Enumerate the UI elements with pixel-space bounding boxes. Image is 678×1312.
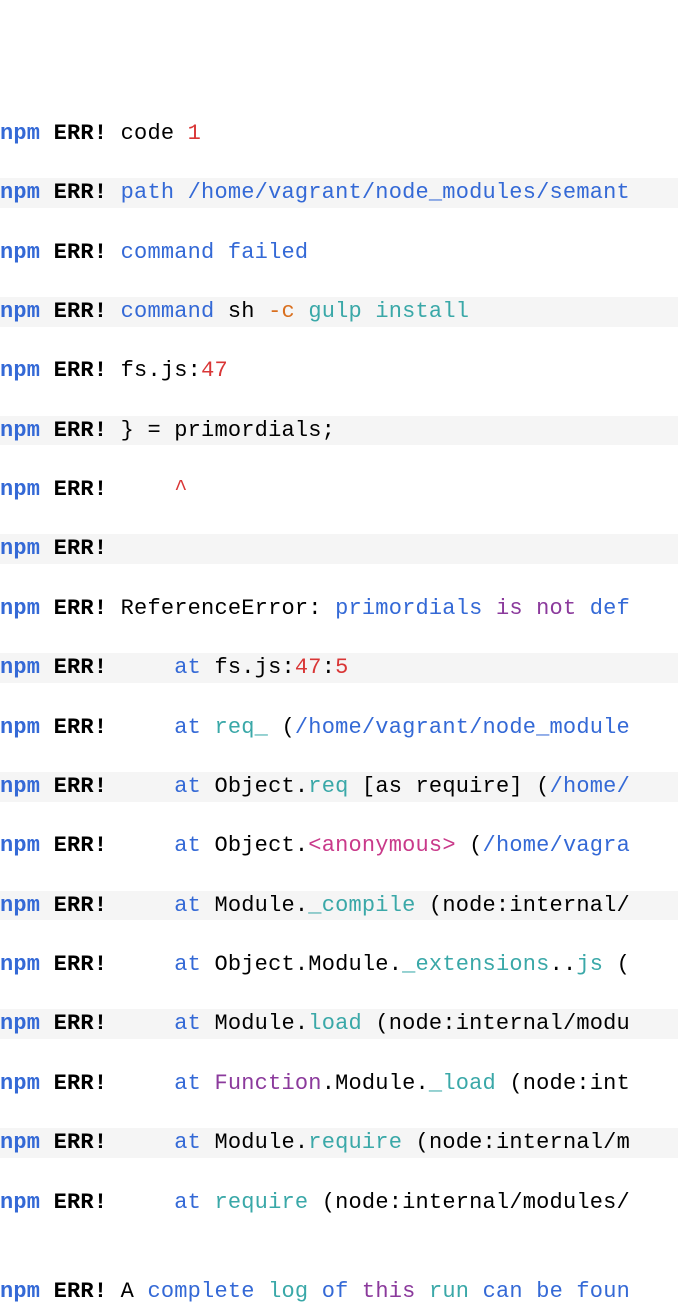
npm-tag: npm <box>0 121 40 146</box>
log-line: npm ERR! at Function.Module._load (node:… <box>0 1069 678 1099</box>
log-line: npm ERR! code 1 <box>0 119 678 149</box>
log-line: npm ERR! at Object.Module._extensions..j… <box>0 950 678 980</box>
npm-tag: npm <box>0 418 40 443</box>
npm-tag: npm <box>0 655 40 680</box>
err-tag: ERR! <box>54 655 108 680</box>
log-line: npm ERR! at Module._compile (node:intern… <box>0 891 678 921</box>
log-line: npm ERR! A complete log of this run can … <box>0 1277 678 1307</box>
err-tag: ERR! <box>54 1130 108 1155</box>
err-tag: ERR! <box>54 1071 108 1096</box>
err-tag: ERR! <box>54 536 108 561</box>
npm-tag: npm <box>0 358 40 383</box>
err-tag: ERR! <box>54 1011 108 1036</box>
log-line: npm ERR! command sh -c gulp install <box>0 297 678 327</box>
npm-tag: npm <box>0 774 40 799</box>
log-line: npm ERR! path /home/vagrant/node_modules… <box>0 178 678 208</box>
err-tag: ERR! <box>54 180 108 205</box>
log-line: npm ERR! at req_ (/home/vagrant/node_mod… <box>0 713 678 743</box>
log-line: npm ERR! at Object.req [as require] (/ho… <box>0 772 678 802</box>
err-tag: ERR! <box>54 121 108 146</box>
npm-tag: npm <box>0 1279 40 1304</box>
log-line: npm ERR! command failed <box>0 238 678 268</box>
log-line: npm ERR! at Module.load (node:internal/m… <box>0 1009 678 1039</box>
err-tag: ERR! <box>54 1279 108 1304</box>
terminal-output: npm ERR! code 1 npm ERR! path /home/vagr… <box>0 119 678 1312</box>
err-tag: ERR! <box>54 596 108 621</box>
npm-tag: npm <box>0 596 40 621</box>
log-line: npm ERR! ^ <box>0 475 678 505</box>
err-tag: ERR! <box>54 774 108 799</box>
log-line: npm ERR! } = primordials; <box>0 416 678 446</box>
log-line: npm ERR! at require (node:internal/modul… <box>0 1188 678 1218</box>
npm-tag: npm <box>0 180 40 205</box>
log-line: npm ERR! at fs.js:47:5 <box>0 653 678 683</box>
npm-tag: npm <box>0 477 40 502</box>
npm-tag: npm <box>0 952 40 977</box>
npm-tag: npm <box>0 1071 40 1096</box>
err-tag: ERR! <box>54 893 108 918</box>
err-tag: ERR! <box>54 833 108 858</box>
log-line: npm ERR! ReferenceError: primordials is … <box>0 594 678 624</box>
err-tag: ERR! <box>54 1190 108 1215</box>
npm-tag: npm <box>0 536 40 561</box>
npm-tag: npm <box>0 1130 40 1155</box>
err-tag: ERR! <box>54 418 108 443</box>
err-tag: ERR! <box>54 952 108 977</box>
log-line: npm ERR! at Object.<anonymous> (/home/va… <box>0 831 678 861</box>
err-tag: ERR! <box>54 299 108 324</box>
npm-tag: npm <box>0 240 40 265</box>
err-tag: ERR! <box>54 715 108 740</box>
err-tag: ERR! <box>54 477 108 502</box>
npm-tag: npm <box>0 1011 40 1036</box>
npm-tag: npm <box>0 893 40 918</box>
log-line: npm ERR! fs.js:47 <box>0 356 678 386</box>
npm-tag: npm <box>0 715 40 740</box>
log-line: npm ERR! at Module.require (node:interna… <box>0 1128 678 1158</box>
npm-tag: npm <box>0 299 40 324</box>
npm-tag: npm <box>0 1190 40 1215</box>
log-line: npm ERR! <box>0 534 678 564</box>
err-tag: ERR! <box>54 240 108 265</box>
err-tag: ERR! <box>54 358 108 383</box>
npm-tag: npm <box>0 833 40 858</box>
